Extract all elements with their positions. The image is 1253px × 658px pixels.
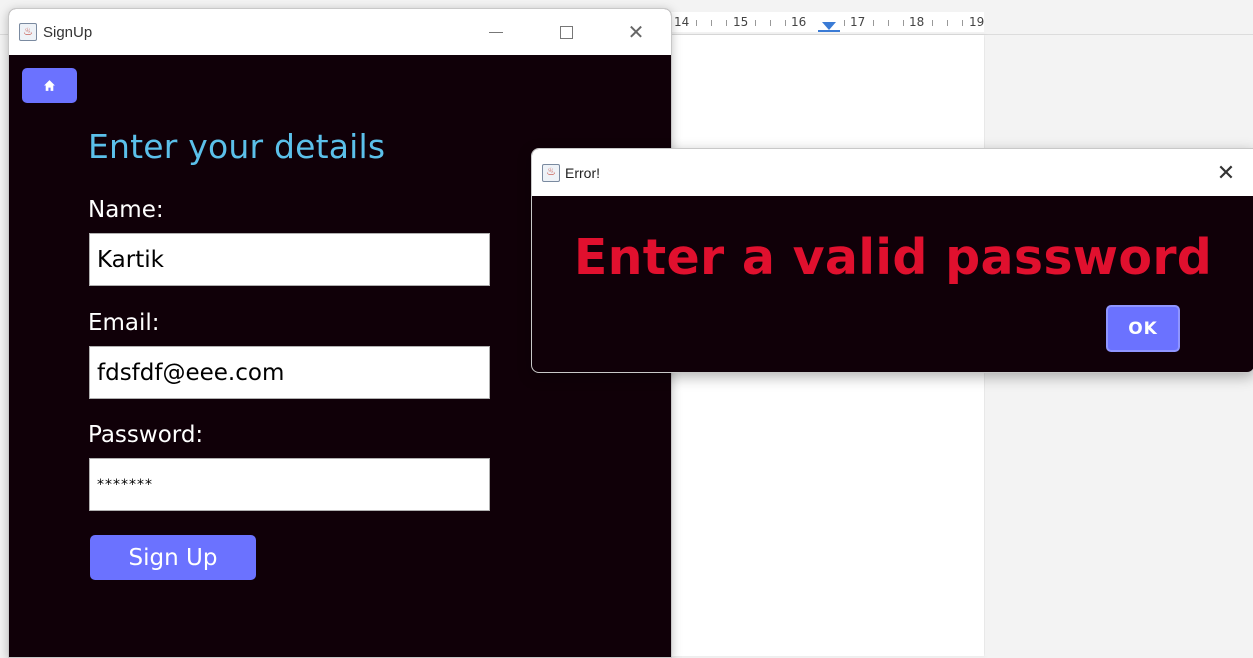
ruler-tick [962, 20, 963, 26]
ok-button[interactable]: OK [1106, 305, 1180, 352]
ruler-number: 16 [791, 15, 807, 29]
ruler-tick [873, 20, 874, 26]
ruler-number: 15 [733, 15, 749, 29]
error-dialog: ♨ Error! ✕ Enter a valid password OK [531, 148, 1253, 373]
ruler-tick [932, 20, 933, 26]
window-title: SignUp [43, 23, 93, 41]
close-button[interactable]: ✕ [601, 9, 671, 55]
ruler-number: 19 [969, 15, 985, 29]
email-field[interactable]: fdsfdf@eee.com [89, 346, 490, 399]
minimize-button[interactable] [461, 9, 531, 55]
password-label: Password: [88, 422, 204, 448]
ruler-number: 17 [850, 15, 866, 29]
window-controls: ✕ [461, 9, 671, 55]
home-icon [44, 80, 55, 91]
close-icon: ✕ [1216, 159, 1236, 185]
ruler-tick [888, 20, 889, 26]
ruler-tick [903, 20, 904, 26]
java-icon: ♨ [19, 23, 37, 41]
maximize-button[interactable] [531, 9, 601, 55]
form-heading: Enter your details [88, 127, 386, 166]
ruler-tick [947, 20, 948, 26]
maximize-icon [559, 25, 573, 39]
indent-marker-bar [818, 30, 840, 32]
error-message: Enter a valid password [573, 229, 1213, 286]
java-icon: ♨ [542, 163, 560, 182]
ruler-tick [726, 20, 727, 26]
dialog-title: Error! [565, 164, 600, 181]
ruler-tick [844, 20, 845, 26]
close-icon: ✕ [627, 21, 645, 44]
ruler-tick [785, 20, 786, 26]
email-label: Email: [88, 310, 160, 336]
home-button[interactable] [22, 68, 77, 103]
minimize-icon [489, 31, 503, 33]
password-field[interactable]: ******* [89, 458, 490, 511]
error-dialog-titlebar[interactable]: ♨ Error! ✕ [532, 149, 1253, 196]
ruler-tick [711, 20, 712, 26]
ruler-number: 18 [909, 15, 925, 29]
indent-marker[interactable] [822, 22, 836, 30]
ruler-tick [696, 20, 697, 26]
sign-up-button[interactable]: Sign Up [90, 535, 256, 580]
ruler-tick [755, 20, 756, 26]
ruler-number: 14 [674, 15, 690, 29]
dialog-close-button[interactable]: ✕ [1198, 149, 1253, 196]
signup-titlebar[interactable]: ♨ SignUp ✕ [9, 9, 671, 55]
name-field[interactable]: Kartik [89, 233, 490, 286]
name-label: Name: [88, 197, 164, 223]
ruler-tick [770, 20, 771, 26]
